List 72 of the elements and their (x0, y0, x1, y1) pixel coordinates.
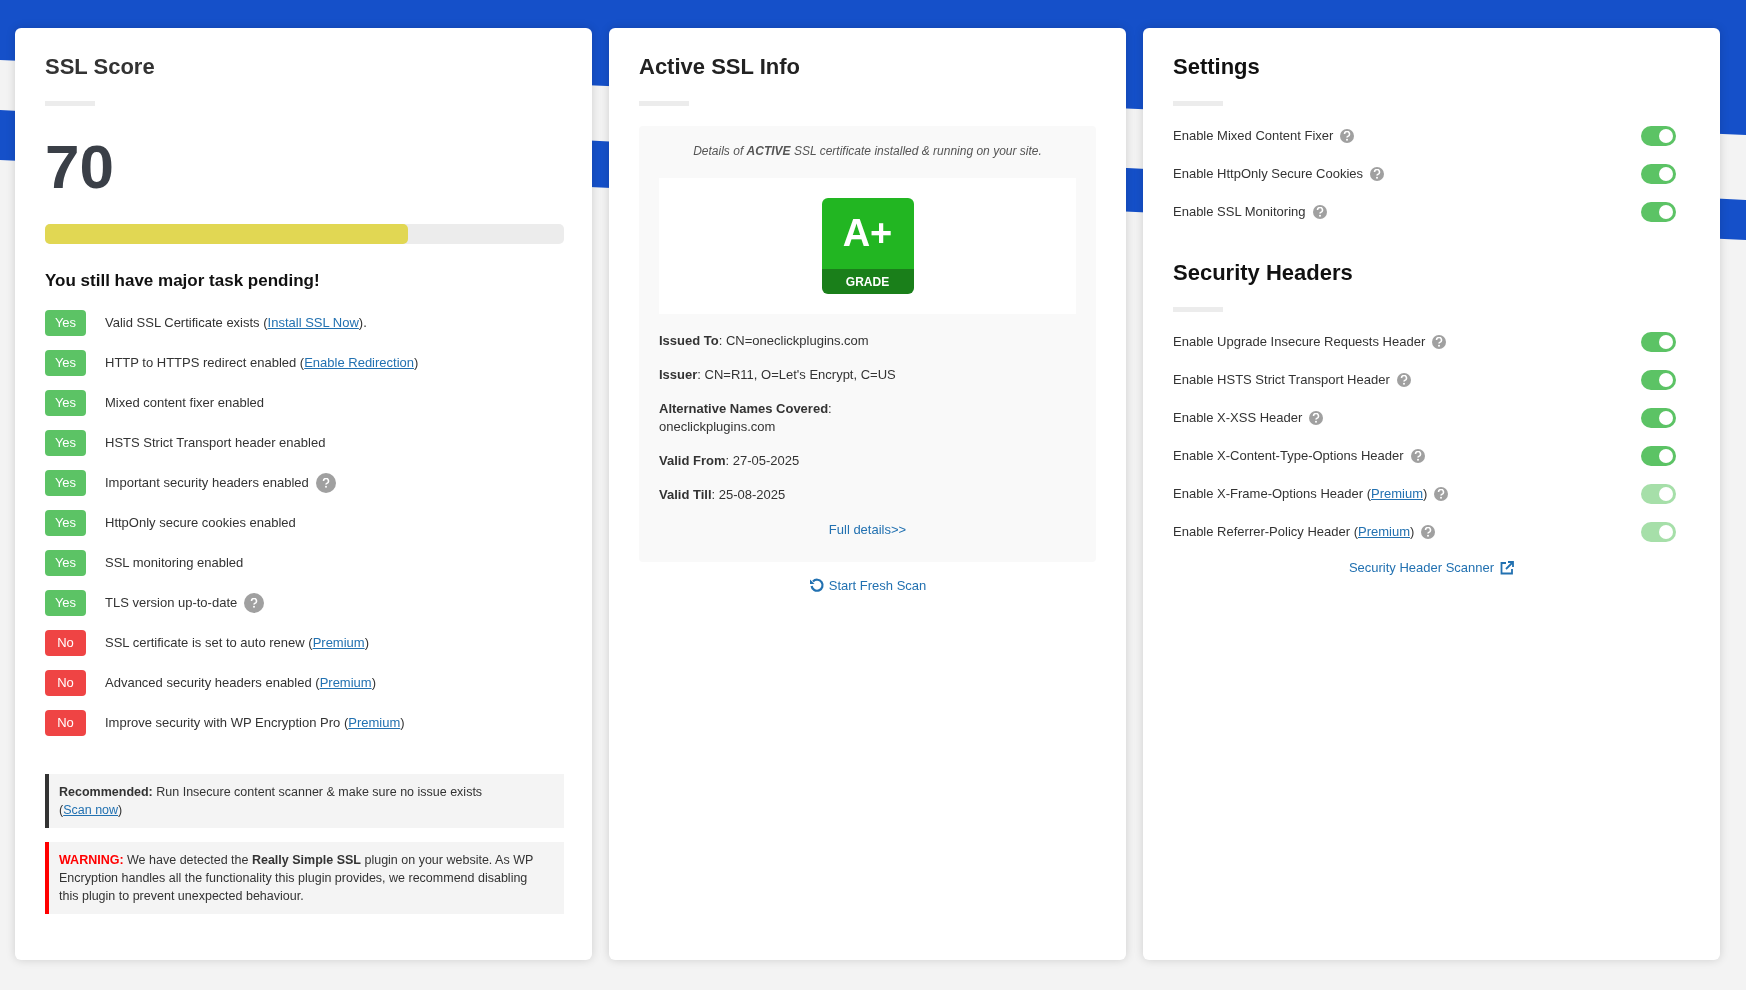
toggle-switch[interactable] (1641, 164, 1676, 184)
help-icon[interactable] (1434, 487, 1449, 501)
status-badge: Yes (45, 309, 86, 336)
full-details-link[interactable]: Full details>> (828, 520, 907, 540)
setting-label: Enable X-Frame-Options Header (Premium) (1173, 485, 1428, 504)
help-icon[interactable] (1309, 411, 1324, 425)
certificate-field: Issuer: CN=R11, O=Let's Encrypt, C=US (659, 366, 1076, 384)
card-title: Active SSL Info (639, 53, 801, 81)
external-link-icon (1500, 560, 1515, 575)
help-icon[interactable] (1421, 525, 1436, 539)
help-icon[interactable] (1410, 449, 1425, 463)
status-badge: Yes (45, 589, 86, 616)
check-text: Valid SSL Certificate exists (Install SSL Now). (105, 313, 367, 332)
status-badge: Yes (45, 349, 86, 376)
toggle-switch[interactable] (1641, 408, 1676, 428)
start-scan-button[interactable]: Start Fresh Scan (808, 575, 927, 595)
premium-link[interactable]: Premium (312, 634, 365, 650)
certificate-field: Valid Till: 25-08-2025 (659, 486, 1076, 504)
toggle-switch[interactable] (1641, 202, 1676, 222)
warning-notice: WARNING: We have detected the Really Simple SSL plugin on your website. As WP Encryption handles all the functionality this plugin provides, we recommend disabling this plugin to prevent unexpected behaviour. (45, 841, 564, 914)
help-icon[interactable] (1370, 167, 1385, 181)
check-text: HTTP to HTTPS redirect enabled (Enable Redirection) (105, 353, 419, 372)
score-value: 70 (45, 136, 115, 198)
check-text: TLS version up-to-date (105, 593, 238, 612)
security-scanner-link[interactable]: Security Header Scanner (1348, 558, 1515, 578)
premium-link[interactable]: Premium (319, 674, 372, 690)
check-text: HSTS Strict Transport header enabled (105, 433, 326, 452)
help-icon[interactable] (1396, 373, 1411, 387)
toggle-switch[interactable] (1641, 126, 1676, 146)
setting-label: Enable X-XSS Header (1173, 409, 1303, 428)
check-text: SSL certificate is set to auto renew (Premium) (105, 633, 369, 652)
check-text: Improve security with WP Encryption Pro (Premium) (105, 713, 405, 732)
help-icon[interactable] (315, 472, 336, 493)
status-badge: Yes (45, 469, 86, 496)
help-icon[interactable] (1340, 129, 1355, 143)
status-badge: Yes (45, 389, 86, 416)
card-title: SSL Score (45, 53, 156, 81)
toggle-switch[interactable] (1641, 370, 1676, 390)
setting-label: Enable HSTS Strict Transport Header (1173, 371, 1390, 390)
help-icon[interactable] (1312, 205, 1327, 219)
certificate-field: Alternative Names Covered: oneclickplugins.com (659, 400, 1076, 436)
premium-link[interactable]: Install SSL Now (267, 314, 359, 330)
status-badge: Yes (45, 549, 86, 576)
status-badge: No (45, 669, 86, 696)
check-text: HttpOnly secure cookies enabled (105, 513, 296, 532)
status-badge: No (45, 709, 86, 736)
setting-label: Enable X-Content-Type-Options Header (1173, 447, 1404, 466)
check-text: Advanced security headers enabled (Premium) (105, 673, 376, 692)
status-heading: You still have major task pending! (45, 270, 321, 292)
setting-label: Enable HttpOnly Secure Cookies (1173, 165, 1364, 184)
help-icon[interactable] (1432, 335, 1447, 349)
help-icon[interactable] (244, 592, 265, 613)
premium-link[interactable]: Enable Redirection (304, 354, 415, 370)
setting-label: Enable Mixed Content Fixer (1173, 127, 1334, 146)
section-title: Settings (1173, 53, 1261, 81)
check-text: Important security headers enabled (105, 473, 309, 492)
certificate-field: Issued To: CN=oneclickplugins.com (659, 332, 1076, 350)
refresh-icon (808, 577, 825, 594)
check-text: Mixed content fixer enabled (105, 393, 264, 412)
toggle-switch[interactable] (1641, 332, 1676, 352)
setting-label: Enable Referrer-Policy Header (Premium) (1173, 523, 1415, 542)
status-badge: Yes (45, 509, 86, 536)
check-text: SSL monitoring enabled (105, 553, 244, 572)
certificate-field: Valid From: 27-05-2025 (659, 452, 1076, 470)
status-badge: No (45, 629, 86, 656)
scan-now-link[interactable]: Scan now (63, 802, 119, 817)
status-badge: Yes (45, 429, 86, 456)
recommendation-notice: Recommended: Run Insecure content scanner & make sure no issue exists (Scan now) (45, 773, 564, 828)
section-title: Security Headers (1173, 259, 1354, 287)
setting-label: Enable Upgrade Insecure Requests Header (1173, 333, 1426, 352)
toggle-switch[interactable] (1641, 446, 1676, 466)
setting-label: Enable SSL Monitoring (1173, 203, 1306, 222)
